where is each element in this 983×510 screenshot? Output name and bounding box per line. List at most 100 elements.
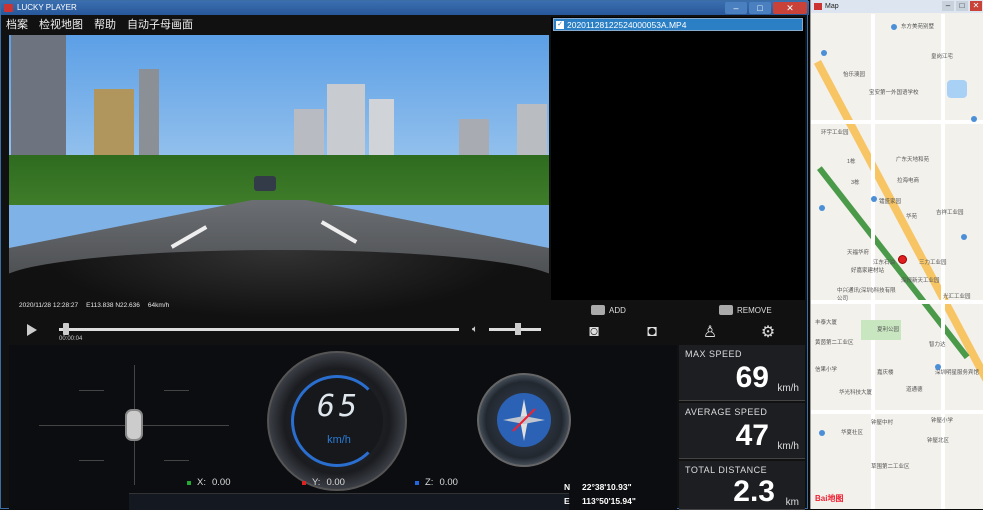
map-minimize-button[interactable]: – bbox=[942, 1, 954, 11]
add-file-icon bbox=[591, 305, 605, 315]
snapshot-icon[interactable]: ◙ bbox=[581, 323, 607, 341]
map-window[interactable]: Map – □ ✕ 东方美苑别墅 皇岗江宅 怡乐澳园 宝安第一外国语学校 环宇工… bbox=[810, 0, 983, 509]
crosshair-line bbox=[79, 460, 104, 461]
map-road bbox=[811, 120, 983, 124]
map-road bbox=[811, 410, 983, 414]
y-axis-readout: Y: 0.00 bbox=[302, 477, 345, 488]
lat-key: N bbox=[564, 482, 571, 492]
app-icon bbox=[4, 4, 13, 12]
map-highway bbox=[813, 60, 983, 506]
map-label: 华光科技大厦 bbox=[839, 390, 873, 396]
max-speed-card: MAX SPEED 69 km/h bbox=[679, 345, 805, 401]
map-label: 江东石油 bbox=[873, 260, 896, 266]
map-label: 1栋 bbox=[847, 159, 856, 165]
maximize-button[interactable]: □ bbox=[749, 2, 771, 14]
video-car bbox=[254, 176, 276, 191]
z-label: Z: bbox=[425, 477, 434, 488]
map-titlebar: Map – □ ✕ bbox=[811, 0, 983, 13]
map-label: 钟屋中村 bbox=[871, 420, 894, 426]
y-color-dot bbox=[302, 480, 306, 485]
map-label: 智力达 bbox=[929, 342, 946, 348]
video-trees bbox=[9, 155, 549, 205]
add-file-button[interactable]: ADD bbox=[591, 305, 626, 315]
map-label: 三力工业园 bbox=[919, 260, 947, 266]
player-titlebar: LUCKY PLAYER – □ ✕ bbox=[1, 1, 809, 15]
compass-face bbox=[497, 393, 551, 447]
volume-icon[interactable]: 🔈︎ bbox=[472, 324, 478, 335]
map-label: 黄茵第二工业区 bbox=[815, 340, 854, 346]
stats-panel: MAX SPEED 69 km/h AVERAGE SPEED 47 km/h … bbox=[679, 345, 805, 510]
compass-needle-icon bbox=[503, 399, 545, 441]
player-title: LUCKY PLAYER bbox=[17, 3, 77, 12]
map-label: 道通德 bbox=[906, 387, 923, 393]
baidu-logo: Bai地图 bbox=[815, 494, 844, 503]
timecode: 00:00:04 bbox=[59, 336, 83, 342]
poi-icon bbox=[935, 364, 941, 370]
video-frame[interactable]: 2020/11/28 12:28:27 E113.838 N22.636 64k… bbox=[9, 35, 549, 317]
map-label: 吉祥工业园 bbox=[936, 210, 964, 216]
map-label: 信果小学 bbox=[815, 367, 838, 373]
distance-label: TOTAL DISTANCE bbox=[685, 465, 768, 475]
menu-help[interactable]: 帮助 bbox=[94, 16, 116, 34]
close-button[interactable]: ✕ bbox=[773, 2, 807, 14]
poi-icon bbox=[971, 116, 977, 122]
map-label: 镭盛家园 bbox=[879, 199, 902, 205]
poi-icon bbox=[819, 430, 825, 436]
camera-icon[interactable]: ◘ bbox=[639, 323, 665, 341]
checkbox-icon[interactable]: ✓ bbox=[556, 21, 564, 29]
dashboard-panel: 65 km/h X: 0.00 Y: 0.00 Z: 0.00 N 22°38'… bbox=[9, 345, 677, 510]
map-label: 华夏社区 bbox=[841, 430, 864, 436]
crosshair-line bbox=[164, 460, 189, 461]
minimize-button[interactable]: – bbox=[725, 2, 747, 14]
volume-thumb[interactable] bbox=[514, 323, 521, 335]
poi-icon bbox=[819, 205, 825, 211]
playlist-panel: ✓ 20201128122524000053A.MP4 bbox=[551, 17, 805, 300]
map-maximize-button[interactable]: □ bbox=[956, 1, 968, 11]
gear-icon[interactable]: ⚙ bbox=[755, 322, 781, 342]
remove-file-icon bbox=[719, 305, 733, 315]
play-icon[interactable] bbox=[27, 324, 37, 336]
playlist-item[interactable]: ✓ 20201128122524000053A.MP4 bbox=[553, 18, 803, 31]
map-label: 好嘉家建材站 bbox=[851, 268, 885, 274]
seek-thumb[interactable] bbox=[63, 323, 69, 335]
distance-value: 2.3 bbox=[733, 475, 775, 508]
latitude: 22°38'10.93" bbox=[582, 482, 632, 492]
location-pin-icon[interactable] bbox=[898, 255, 907, 264]
map-lake bbox=[947, 80, 967, 98]
osd-speed: 64km/h bbox=[147, 302, 170, 309]
map-label: 广东天地和苑 bbox=[896, 157, 930, 163]
map-label: 拉海电商 bbox=[897, 178, 920, 184]
poi-icon bbox=[871, 196, 877, 202]
speed-value: 65 bbox=[316, 389, 362, 424]
y-label: Y: bbox=[312, 477, 321, 488]
seek-bar[interactable] bbox=[59, 328, 459, 331]
max-speed-value: 69 bbox=[735, 361, 769, 394]
compass bbox=[477, 373, 571, 467]
map-label: 草围第二工业区 bbox=[871, 464, 910, 470]
remove-file-button[interactable]: REMOVE bbox=[719, 305, 772, 315]
map-label: 钟屋小学 bbox=[931, 418, 954, 424]
distance-card: TOTAL DISTANCE 2.3 km bbox=[679, 461, 805, 510]
map-label: 怡乐澳园 bbox=[843, 72, 866, 78]
map-label: 中兴通讯(深圳)科技有限公司 bbox=[837, 288, 896, 302]
video-osd: 2020/11/28 12:28:27 E113.838 N22.636 64k… bbox=[19, 302, 169, 309]
x-label: X: bbox=[197, 477, 206, 488]
remove-label: REMOVE bbox=[737, 305, 772, 315]
map-label: 环宇工业园 bbox=[821, 130, 849, 136]
x-value: 0.00 bbox=[211, 477, 231, 488]
car-top-icon bbox=[125, 409, 143, 441]
z-axis-readout: Z: 0.00 bbox=[415, 477, 458, 488]
map-label: 深报新天工业园 bbox=[901, 278, 940, 284]
menu-auto-pip[interactable]: 自动子母画面 bbox=[127, 16, 193, 34]
map-label: 光汇工业园 bbox=[943, 294, 971, 300]
playback-controls: 00:00:04 🔈︎ bbox=[9, 319, 549, 345]
speedometer: 65 km/h bbox=[267, 351, 407, 491]
lon-key: E bbox=[564, 496, 570, 506]
menu-view-map[interactable]: 检视地图 bbox=[39, 16, 83, 34]
menu-file[interactable]: 档案 bbox=[6, 16, 28, 34]
map-close-button[interactable]: ✕ bbox=[970, 1, 982, 11]
add-label: ADD bbox=[609, 305, 626, 315]
user-icon[interactable]: ♙ bbox=[697, 322, 723, 342]
playlist-filename: 20201128122524000053A.MP4 bbox=[567, 20, 687, 30]
playlist-buttons: ADD REMOVE bbox=[551, 301, 805, 321]
